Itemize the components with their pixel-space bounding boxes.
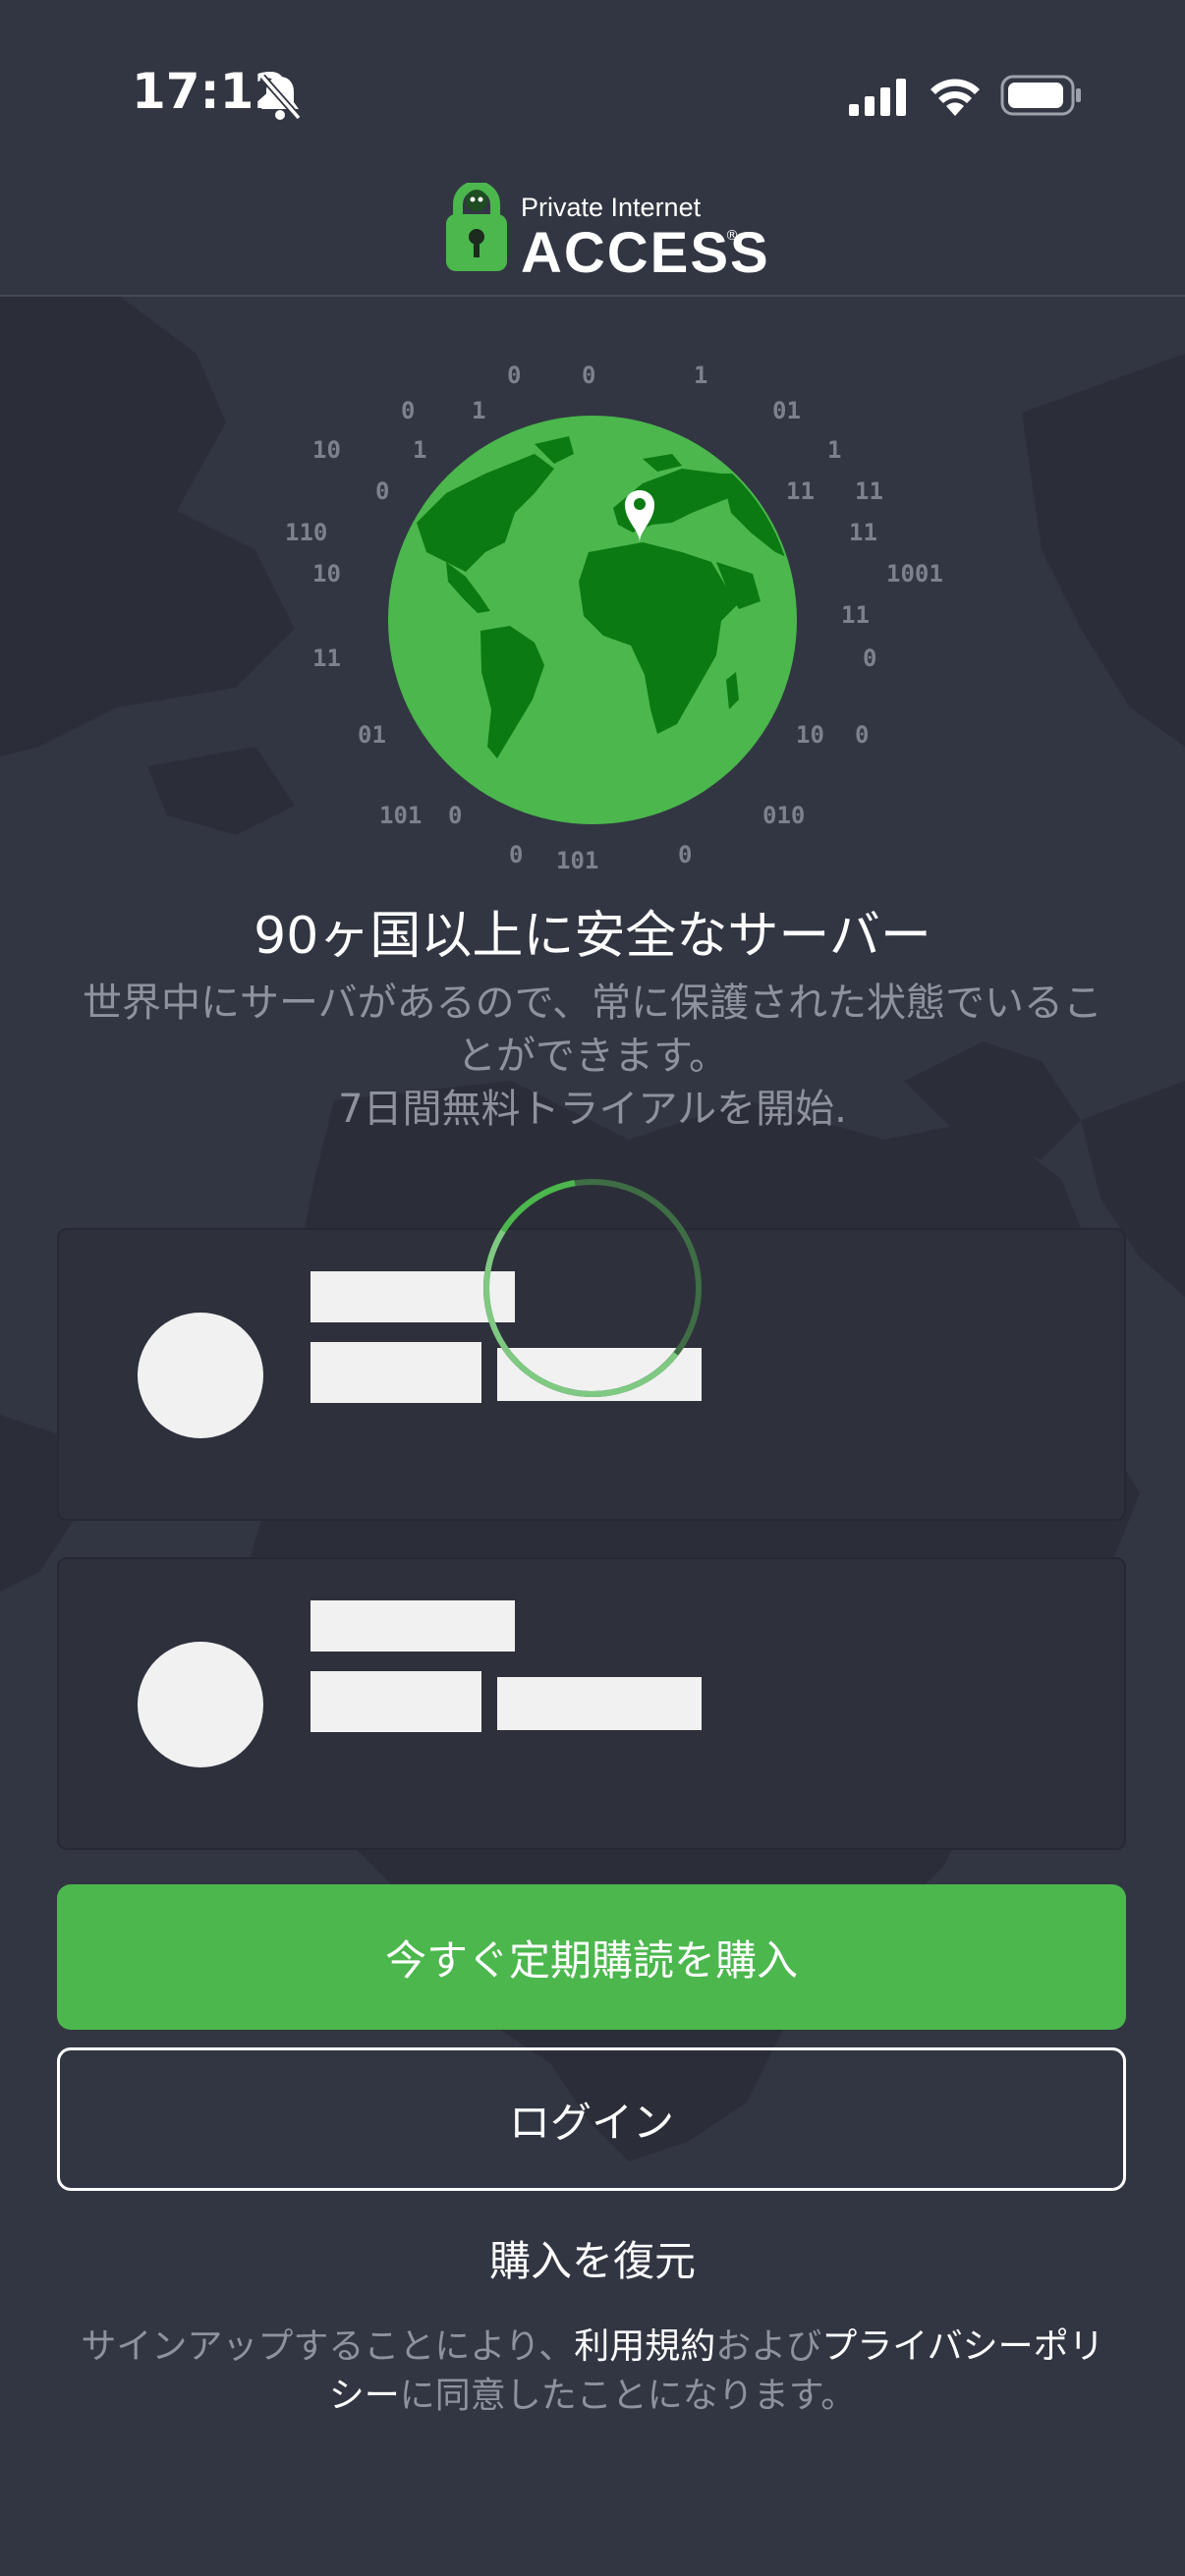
- cellular-signal-icon: [849, 79, 906, 116]
- logo-registered-mark: ®: [725, 228, 739, 244]
- logo-text-top: Private Internet: [521, 193, 702, 222]
- binary-digit: 101: [556, 847, 599, 874]
- login-button[interactable]: ログイン: [57, 2047, 1126, 2191]
- lock-logo-icon: [446, 183, 507, 271]
- headline: 90ヶ国以上に安全なサーバー: [254, 907, 931, 966]
- binary-digit: 11: [855, 477, 883, 505]
- binary-digit: 01: [358, 721, 386, 749]
- plan-option-2[interactable]: [57, 1557, 1126, 1850]
- binary-digit: 1001: [886, 560, 943, 588]
- binary-digit: 11: [841, 601, 870, 629]
- binary-digit: 11: [312, 644, 341, 672]
- binary-digit: 10: [796, 721, 824, 749]
- legal-suffix: に同意したことになります。: [399, 2376, 857, 2416]
- bell-slash-icon: [259, 74, 302, 121]
- header-divider: [0, 295, 1185, 297]
- binary-digit: 0: [509, 841, 524, 868]
- restore-purchase-link[interactable]: 購入を復元: [0, 2228, 1185, 2288]
- hero-subtext: 世界中にサーバがあるので、常に保護された状態でいるこ とができます。 7日間無料…: [49, 977, 1136, 1136]
- binary-digit: 1: [827, 436, 842, 464]
- loading-spinner: [483, 1179, 702, 1398]
- wifi-icon: [931, 79, 980, 116]
- legal-and: および: [715, 2326, 822, 2367]
- buy-subscription-button[interactable]: 今すぐ定期購読を購入: [57, 1884, 1126, 2030]
- privacy-policy-link-part-2[interactable]: シー: [329, 2376, 400, 2416]
- binary-digit: 10: [312, 560, 341, 588]
- binary-digit: 0: [863, 644, 877, 672]
- subtext-line-1: 世界中にサーバがあるので、常に保護された状態でいるこ: [83, 980, 1102, 1026]
- plan-title-placeholder: [310, 1600, 515, 1652]
- plan-radio-button[interactable]: [138, 1642, 263, 1767]
- binary-digit: 0: [582, 362, 596, 389]
- plan-radio-button[interactable]: [138, 1313, 263, 1438]
- subtext-line-2: とができます。: [457, 1034, 728, 1079]
- binary-digit: 11: [849, 519, 877, 546]
- privacy-policy-link-part-1[interactable]: プライバシーポリ: [821, 2326, 1103, 2367]
- legal-prefix: サインアップすることにより、: [81, 2326, 575, 2367]
- plan-price-placeholder: [310, 1671, 481, 1732]
- legal-notice: サインアップすることにより、利用規約およびプライバシーポリシーに同意したことにな…: [69, 2323, 1116, 2421]
- binary-digit: 10: [312, 436, 341, 464]
- terms-link[interactable]: 利用規約: [574, 2326, 715, 2367]
- binary-digit: 0: [507, 362, 522, 389]
- binary-digit: 1: [694, 362, 708, 389]
- binary-digit: 0: [855, 721, 870, 749]
- plan-price-placeholder: [310, 1342, 481, 1403]
- binary-digit: 0: [678, 841, 693, 868]
- binary-digit: 110: [285, 519, 328, 546]
- globe-illustration: [388, 416, 797, 824]
- plan-detail-placeholder: [497, 1677, 702, 1730]
- battery-icon: [1000, 75, 1081, 116]
- subtext-line-3: 7日間無料トライアルを開始.: [338, 1087, 847, 1132]
